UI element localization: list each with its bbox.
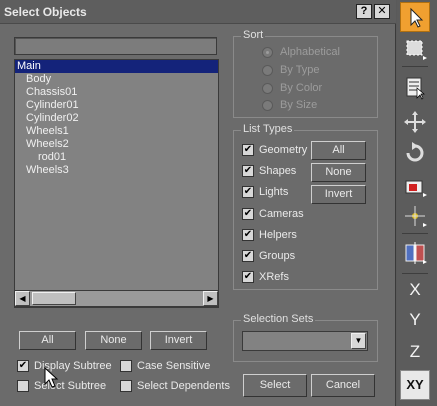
checkbox-label: Groups — [259, 250, 296, 262]
scale-tool[interactable] — [400, 171, 430, 201]
none-button[interactable]: None — [85, 331, 142, 350]
selection-sets-label: Selection Sets — [241, 313, 316, 325]
radio-icon — [262, 65, 273, 76]
object-list[interactable]: Main Body Chassis01 Cylinder01 Cylinder0… — [14, 59, 219, 308]
sort-option-label: Alphabetical — [280, 46, 340, 58]
arrow-pointer-icon — [410, 7, 424, 28]
list-types-all-button[interactable]: All — [311, 141, 366, 160]
list-icon — [406, 77, 425, 100]
select-object-tool[interactable] — [400, 2, 430, 32]
radio-selected-icon — [262, 47, 273, 58]
y-axis-constraint[interactable]: Y — [400, 308, 430, 332]
mirror-icon — [405, 242, 427, 264]
xy-plane-constraint[interactable]: XY — [400, 370, 430, 400]
checkmark-icon[interactable]: ✔ — [17, 360, 29, 372]
checkmark-icon[interactable]: ✔ — [242, 165, 254, 177]
sort-option-label: By Type — [280, 64, 320, 76]
dialog-title: Select Objects — [4, 5, 87, 19]
list-item[interactable]: Wheels2 — [15, 138, 218, 151]
radio-icon — [262, 100, 273, 111]
region-select-tool[interactable] — [400, 34, 430, 64]
selection-sets-dropdown[interactable]: ▼ — [242, 331, 368, 351]
pivot-tool[interactable] — [400, 201, 430, 231]
checkbox-empty-icon[interactable] — [120, 360, 132, 372]
rectangle-selection-icon — [406, 40, 427, 60]
move-tool[interactable] — [400, 107, 430, 137]
help-button[interactable]: ? — [356, 4, 372, 19]
title-bar[interactable]: Select Objects ? ✕ — [0, 0, 396, 24]
list-types-invert-button[interactable]: Invert — [311, 185, 366, 204]
list-item[interactable]: Chassis01 — [15, 86, 218, 99]
radio-icon — [262, 83, 273, 94]
sort-option-label: By Size — [280, 99, 318, 111]
checkmark-icon[interactable]: ✔ — [242, 186, 254, 198]
checkmark-icon[interactable]: ✔ — [242, 250, 254, 262]
select-by-name-tool[interactable] — [400, 72, 430, 102]
name-filter-input[interactable] — [14, 37, 217, 55]
rotate-tool[interactable] — [400, 138, 430, 168]
list-horizontal-scrollbar[interactable]: ◀ ▶ — [14, 290, 219, 307]
close-button[interactable]: ✕ — [374, 4, 390, 19]
list-item[interactable]: Cylinder01 — [15, 99, 218, 112]
list-item[interactable]: Body — [15, 73, 218, 86]
invert-button[interactable]: Invert — [150, 331, 207, 350]
checkbox-label: Select Dependents — [137, 380, 230, 392]
checkmark-icon[interactable]: ✔ — [242, 144, 254, 156]
list-item[interactable]: Wheels1 — [15, 125, 218, 138]
checkbox-label: Shapes — [259, 165, 297, 177]
select-button[interactable]: Select — [243, 374, 307, 397]
main-toolbar: X Y Z XY — [397, 0, 437, 406]
list-item[interactable]: rod01 — [15, 151, 218, 164]
x-axis-constraint[interactable]: X — [400, 278, 430, 302]
list-item[interactable]: Cylinder02 — [15, 112, 218, 125]
toolbar-separator — [402, 273, 428, 274]
list-types-none-button[interactable]: None — [311, 163, 366, 182]
list-item[interactable]: Main — [15, 60, 218, 73]
toolbar-separator — [402, 233, 428, 234]
sort-option-label: By Color — [280, 82, 323, 94]
toolbar-separator — [402, 66, 428, 67]
list-types-group-label: List Types — [241, 123, 295, 135]
mirror-tool[interactable] — [400, 238, 430, 268]
scale-icon — [405, 180, 427, 197]
z-axis-constraint[interactable]: Z — [400, 340, 430, 364]
checkbox-label: Case Sensitive — [137, 360, 211, 372]
move-arrows-icon — [404, 111, 426, 133]
checkmark-icon[interactable]: ✔ — [242, 229, 254, 241]
select-objects-dialog: Select Objects ? ✕ Main Body Chassis01 C… — [0, 0, 396, 406]
checkbox-empty-icon[interactable] — [17, 380, 29, 392]
checkmark-icon[interactable]: ✔ — [242, 271, 254, 283]
pivot-icon — [405, 206, 427, 227]
list-item[interactable]: Wheels3 — [15, 164, 218, 177]
sort-group-label: Sort — [241, 29, 266, 41]
all-button[interactable]: All — [19, 331, 76, 350]
checkmark-icon[interactable]: ✔ — [242, 208, 254, 220]
cancel-button[interactable]: Cancel — [311, 374, 375, 397]
scroll-left-icon[interactable]: ◀ — [15, 291, 30, 306]
checkbox-label: Geometry — [259, 144, 308, 156]
checkbox-label: XRefs — [259, 271, 289, 283]
scroll-right-icon[interactable]: ▶ — [203, 291, 218, 306]
rotate-icon — [406, 142, 424, 162]
checkbox-label: Cameras — [259, 208, 304, 220]
mouse-cursor-icon — [44, 367, 59, 388]
checkbox-empty-icon[interactable] — [120, 380, 132, 392]
checkbox-label: Helpers — [259, 229, 297, 241]
checkbox-label: Lights — [259, 186, 289, 198]
scroll-thumb[interactable] — [32, 292, 76, 305]
chevron-down-icon[interactable]: ▼ — [351, 333, 366, 349]
